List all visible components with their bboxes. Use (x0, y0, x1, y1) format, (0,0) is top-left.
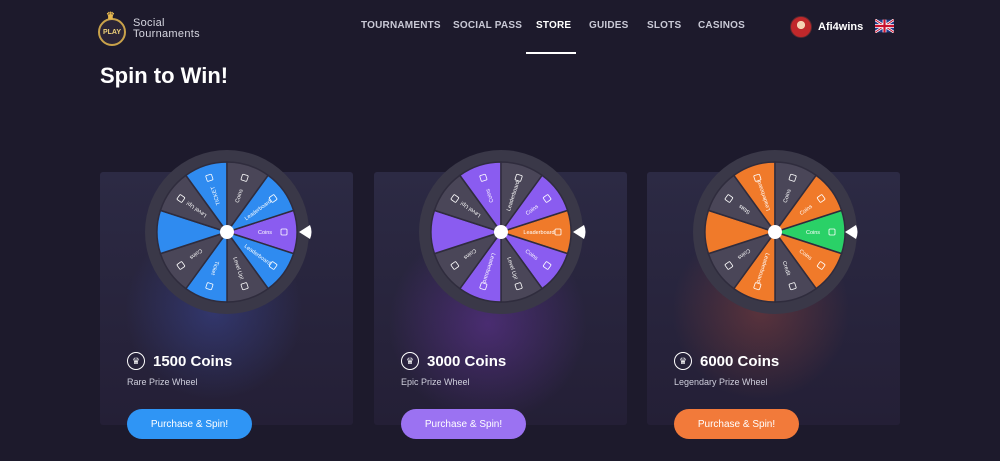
nav-guides[interactable]: GUIDES (589, 20, 629, 31)
coin-icon: ♛ (674, 352, 692, 370)
nav-social-pass[interactable]: SOCIAL PASS (453, 20, 522, 31)
nav-tournaments[interactable]: TOURNAMENTS (361, 20, 441, 31)
wheel-segment-label: Leaderboard (523, 230, 554, 236)
wheel-pointer-icon (845, 225, 858, 239)
wheel-name-rare: Rare Prize Wheel (127, 377, 198, 387)
user-menu[interactable]: Afi4wins (790, 16, 863, 38)
wheel-pointer-icon (573, 225, 586, 239)
wheel-hub (768, 225, 782, 239)
prize-wheel-epic[interactable]: Leaderboard Coins Level Up! Leaderboard Coin… (419, 150, 583, 314)
wheel-hub (494, 225, 508, 239)
logo-text: Social Tournaments (133, 17, 200, 40)
avatar[interactable] (790, 16, 812, 38)
price-epic: ♛ 3000 Coins (401, 352, 506, 370)
uk-flag-icon[interactable] (875, 19, 894, 33)
purchase-spin-button-epic[interactable]: Purchase & Spin! (401, 409, 526, 439)
page-title: Spin to Win! (100, 63, 229, 88)
nav-casinos[interactable]: CASINOS (698, 20, 745, 31)
username[interactable]: Afi4wins (818, 21, 863, 33)
price-rare: ♛ 1500 Coins (127, 352, 232, 370)
wheel-segment-label: Coins (806, 230, 820, 236)
wheel-pointer-icon (299, 225, 312, 239)
wheel-graphic: CoinsCoinsCreditLeaderboardCoinsStats Lea… (693, 150, 857, 314)
coin-icon: ♛ (401, 352, 419, 370)
wheel-name-epic: Epic Prize Wheel (401, 377, 470, 387)
header: ♛ PLAY Social Tournaments TOURNAMENTS SO… (0, 0, 1000, 54)
site-logo[interactable]: ♛ PLAY Social Tournaments (98, 11, 200, 46)
purchase-spin-button-rare[interactable]: Purchase & Spin! (127, 409, 252, 439)
nav-store[interactable]: STORE (536, 20, 571, 31)
prize-wheel-legendary[interactable]: Coins Coins Credit Leaderboard Coins Stats Lea… (693, 150, 857, 314)
active-nav-indicator (526, 52, 576, 54)
coin-icon: ♛ (127, 352, 145, 370)
wheel-graphic: CoinsLeaderboardLevel Up!TicketCoinsLeve… (145, 150, 309, 314)
prize-wheel-rare[interactable]: Coins Leaderboard Level Up! Ticket Coins Leve… (145, 150, 309, 314)
wheel-segment-label: Coins (258, 230, 272, 236)
wheel-hub (220, 225, 234, 239)
play-logo-icon: ♛ PLAY (98, 11, 126, 46)
nav-slots[interactable]: SLOTS (647, 20, 681, 31)
wheel-name-legendary: Legendary Prize Wheel (674, 377, 768, 387)
purchase-spin-button-legendary[interactable]: Purchase & Spin! (674, 409, 799, 439)
price-legendary: ♛ 6000 Coins (674, 352, 779, 370)
wheel-graphic: LeaderboardCoinsLevel Up!LeaderboardCoin… (419, 150, 583, 314)
crown-icon: ♛ (106, 11, 115, 22)
